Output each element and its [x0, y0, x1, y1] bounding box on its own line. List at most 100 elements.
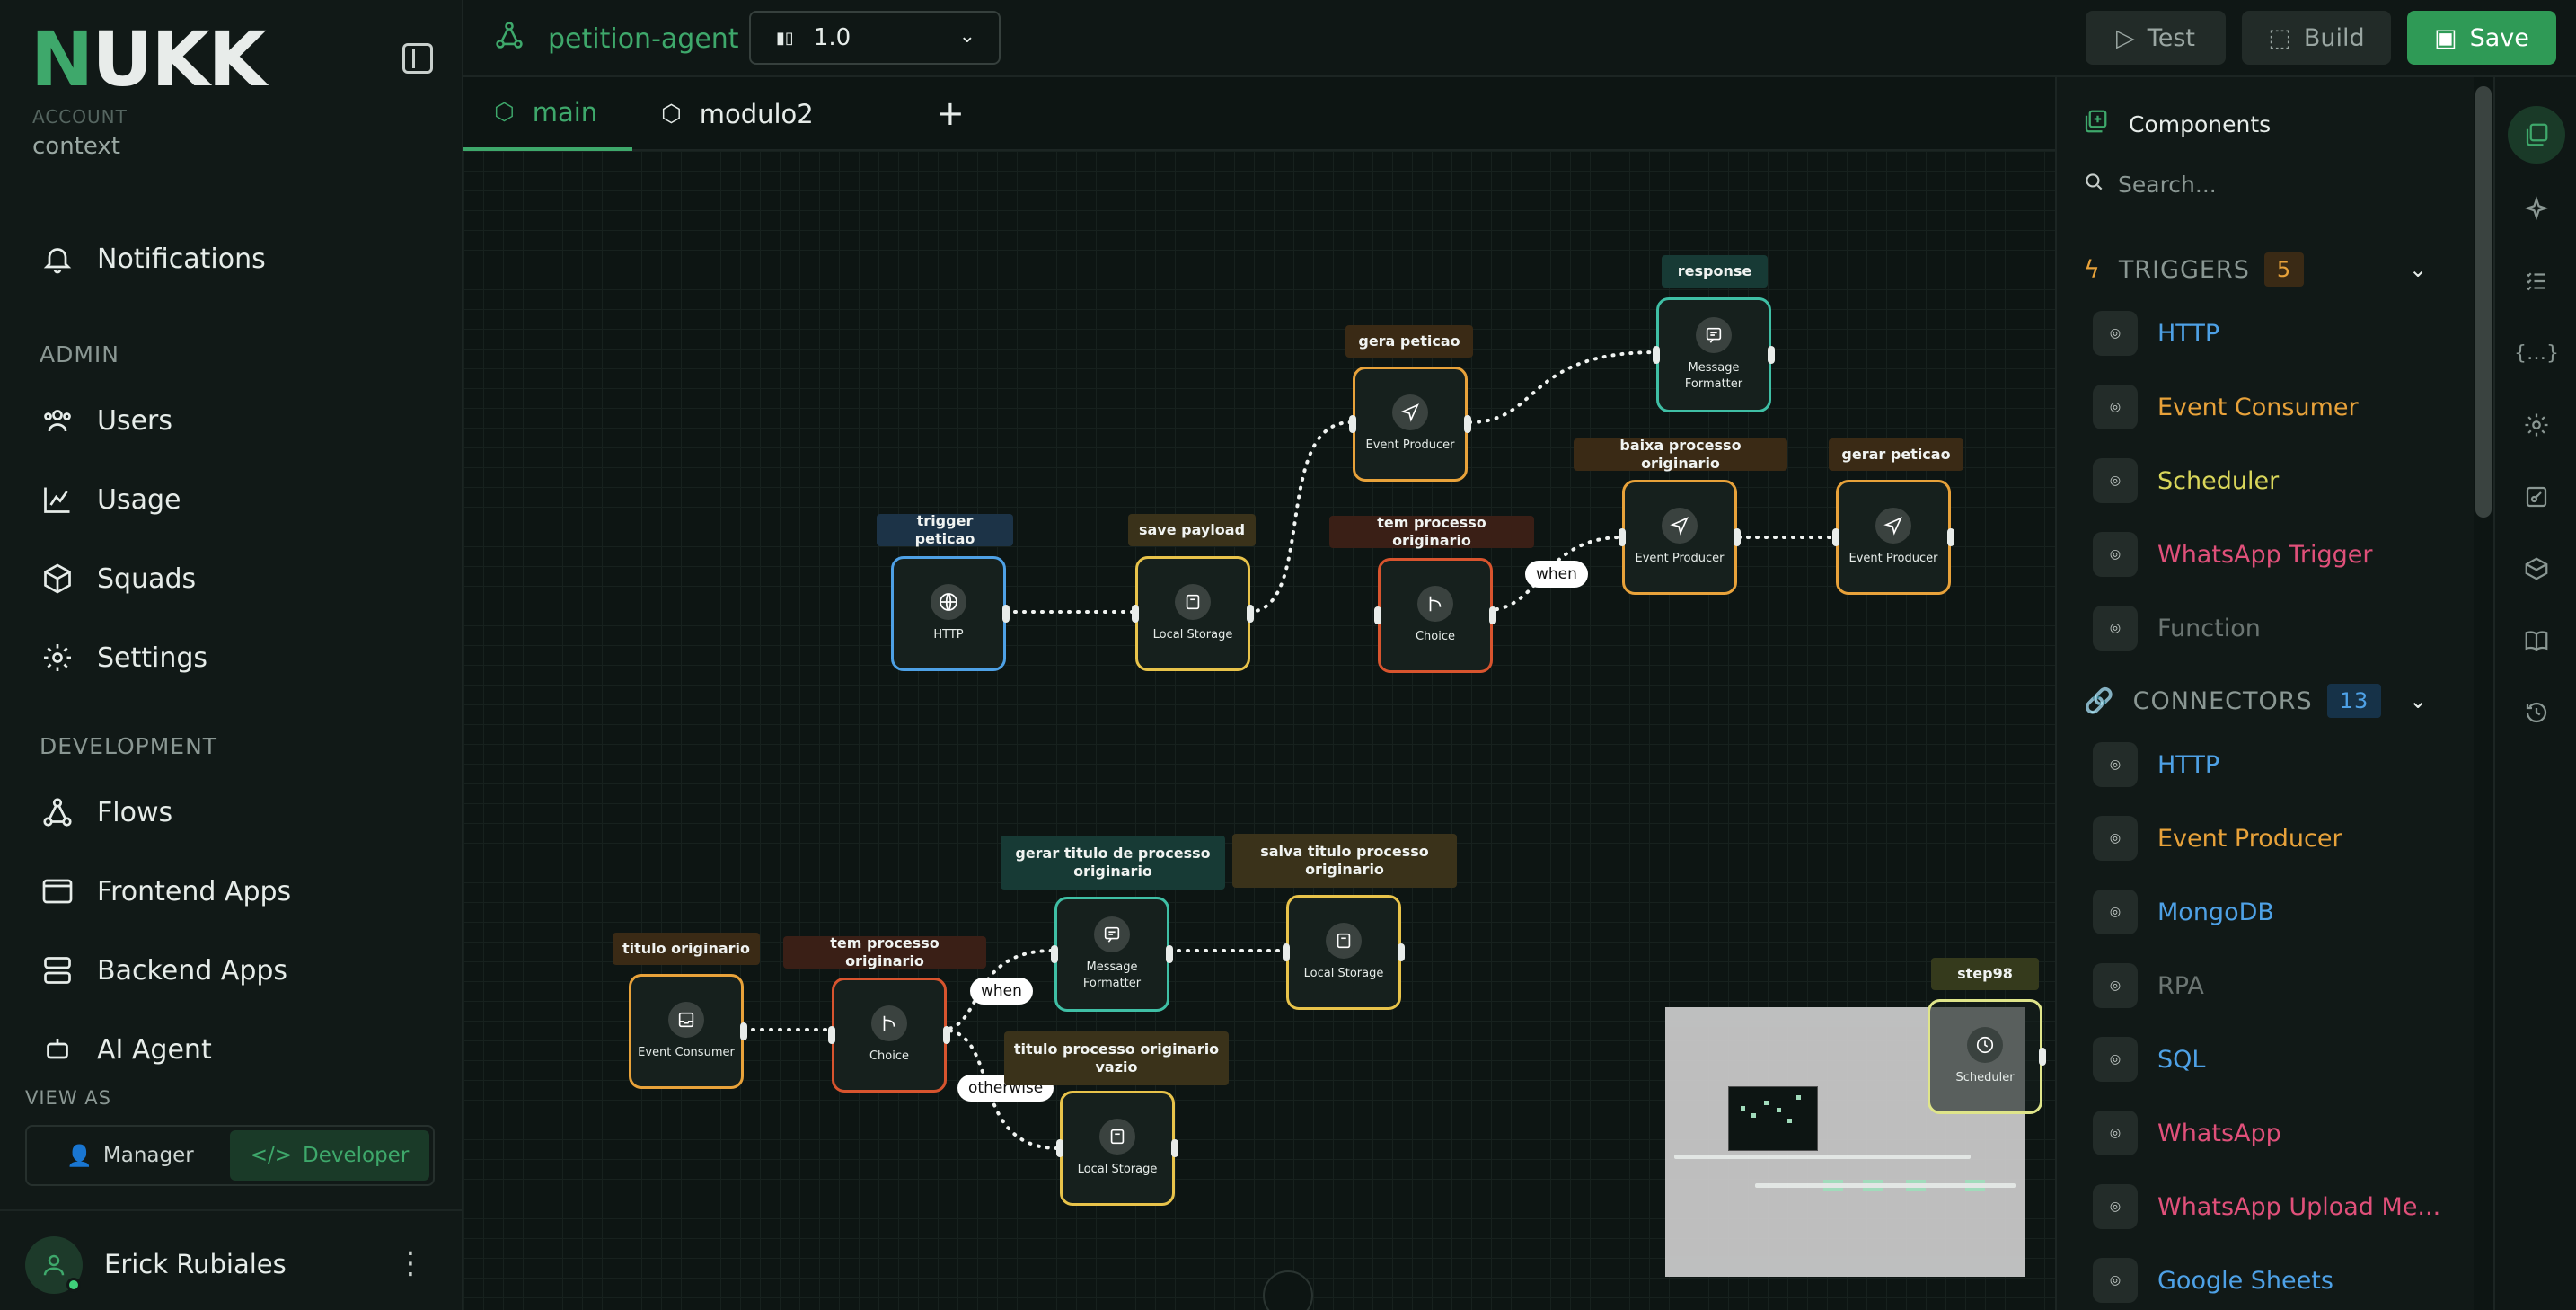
output-port[interactable]: [740, 1022, 747, 1040]
trigger-item[interactable]: ◎ WhatsApp Trigger: [2093, 530, 2372, 579]
version-icon: ▮▯: [776, 28, 794, 48]
nav-squads[interactable]: Squads: [40, 553, 196, 604]
components-tool-icon[interactable]: [2508, 106, 2565, 164]
edge-label-when[interactable]: when: [1525, 561, 1588, 588]
input-port[interactable]: [1051, 945, 1058, 963]
output-port[interactable]: [1398, 943, 1405, 961]
node-choice[interactable]: Choice: [828, 978, 950, 1093]
account-value[interactable]: context: [32, 133, 120, 160]
output-port[interactable]: [1489, 606, 1496, 624]
component-icon: ◎: [2093, 385, 2138, 429]
node-http[interactable]: HTTP: [891, 556, 1010, 671]
history-icon[interactable]: [2516, 692, 2557, 733]
braces-icon[interactable]: {…}: [2514, 332, 2559, 374]
nav-users[interactable]: Users: [40, 395, 172, 446]
avatar[interactable]: [25, 1236, 83, 1294]
package-icon[interactable]: [2516, 548, 2557, 589]
nav-frontend-apps[interactable]: Frontend Apps: [40, 866, 291, 916]
trigger-item[interactable]: ◎ Scheduler: [2093, 456, 2279, 505]
nav-ai-agent[interactable]: AI Agent: [40, 1024, 212, 1075]
connector-item[interactable]: ◎ SQL: [2093, 1035, 2205, 1084]
key-icon[interactable]: [2516, 476, 2557, 518]
tool-rail: {…}: [2493, 77, 2576, 1310]
node-event-producer[interactable]: Event Producer: [1619, 480, 1741, 595]
save-button[interactable]: ▣ Save: [2407, 11, 2556, 65]
sparkle-icon[interactable]: [2516, 189, 2557, 230]
triggers-group-header[interactable]: ϟ TRIGGERS 5 ⌄: [2084, 252, 2427, 288]
output-port[interactable]: [1464, 415, 1471, 433]
connector-item[interactable]: ◎ Google Sheets: [2093, 1256, 2333, 1305]
connectors-group-header[interactable]: 🔗 CONNECTORS 13 ⌄: [2084, 683, 2427, 719]
test-button[interactable]: ▷ Test: [2086, 11, 2226, 65]
input-port[interactable]: [1653, 346, 1660, 364]
output-port[interactable]: [943, 1026, 950, 1044]
connector-item[interactable]: ◎ WhatsApp Upload Me...: [2093, 1182, 2440, 1231]
floppy-icon: ▣: [2434, 23, 2457, 52]
tab-main[interactable]: ⬡ main: [463, 77, 632, 151]
input-port[interactable]: [1619, 528, 1626, 546]
build-button[interactable]: ⬚ Build: [2242, 11, 2391, 65]
input-port[interactable]: [1374, 606, 1381, 624]
node-local-storage[interactable]: Local Storage: [1283, 895, 1405, 1010]
nav-backend-apps[interactable]: Backend Apps: [40, 945, 287, 996]
connector-item[interactable]: ◎ Event Producer: [2093, 814, 2342, 863]
input-port[interactable]: [1283, 943, 1290, 961]
trigger-item[interactable]: ◎ Event Consumer: [2093, 383, 2359, 431]
connector-label: RPA: [2157, 971, 2204, 1000]
node-local-storage[interactable]: Local Storage: [1056, 1091, 1178, 1206]
node-event-producer[interactable]: Event Producer: [1349, 367, 1471, 482]
project-name[interactable]: petition-agent: [494, 20, 739, 58]
trigger-item[interactable]: ◎ Function: [2093, 604, 2261, 652]
input-port[interactable]: [1349, 415, 1356, 433]
node-local-storage[interactable]: Local Storage: [1132, 556, 1254, 671]
gear-icon[interactable]: [2516, 404, 2557, 446]
node-choice[interactable]: Choice: [1374, 558, 1496, 673]
node-scheduler[interactable]: Scheduler: [1928, 999, 2046, 1114]
storage-icon: [1099, 1119, 1135, 1155]
trigger-label: Event Consumer: [2157, 393, 2359, 421]
view-developer-button[interactable]: </> Developer: [230, 1130, 429, 1181]
message-icon: [1094, 916, 1130, 952]
node-label: Choice: [1415, 630, 1456, 643]
node-message-formatter[interactable]: Message Formatter: [1653, 297, 1775, 412]
tab-modulo2[interactable]: ⬡ modulo2: [661, 77, 814, 151]
more-options-icon[interactable]: ⋮: [395, 1245, 426, 1281]
collapse-sidebar-icon[interactable]: [402, 43, 433, 74]
input-port[interactable]: [828, 1026, 835, 1044]
output-port[interactable]: [2039, 1048, 2046, 1066]
connector-item[interactable]: ◎ HTTP: [2093, 740, 2219, 789]
trigger-item[interactable]: ◎ HTTP: [2093, 309, 2219, 358]
view-manager-button[interactable]: 👤 Manager: [31, 1130, 230, 1181]
connector-item[interactable]: ◎ MongoDB: [2093, 888, 2274, 936]
panel-scrollbar[interactable]: [2475, 86, 2492, 518]
output-port[interactable]: [1166, 945, 1173, 963]
input-port[interactable]: [1132, 605, 1139, 623]
output-port[interactable]: [1171, 1139, 1178, 1157]
connector-item[interactable]: ◎ WhatsApp: [2093, 1109, 2281, 1157]
book-icon[interactable]: [2516, 620, 2557, 661]
component-icon: ◎: [2093, 1111, 2138, 1155]
node-event-consumer[interactable]: Event Consumer: [629, 974, 747, 1089]
output-port[interactable]: [1247, 605, 1254, 623]
node-message-formatter[interactable]: Message Formatter: [1051, 897, 1173, 1012]
output-port[interactable]: [1947, 528, 1954, 546]
output-port[interactable]: [1768, 346, 1775, 364]
component-search[interactable]: Search...: [2082, 164, 2441, 205]
nav-settings[interactable]: Settings: [40, 633, 207, 683]
nav-notifications[interactable]: Notifications: [40, 234, 266, 284]
edge-label-when[interactable]: when: [970, 978, 1033, 1005]
nav-flows[interactable]: Flows: [40, 787, 172, 837]
nav-usage[interactable]: Usage: [40, 474, 181, 525]
output-port[interactable]: [1002, 605, 1010, 623]
input-port[interactable]: [1832, 528, 1839, 546]
add-tab-button[interactable]: +: [936, 93, 965, 133]
component-icon: ◎: [2093, 606, 2138, 651]
flow-canvas[interactable]: trigger peticao HTTP save payload Local …: [463, 151, 2055, 1310]
version-select[interactable]: ▮▯ 1.0 ⌄: [749, 11, 1001, 65]
connector-item[interactable]: ◎ RPA: [2093, 961, 2204, 1010]
output-port[interactable]: [1734, 528, 1741, 546]
node-event-producer[interactable]: Event Producer: [1832, 480, 1954, 595]
logo[interactable]: NUKK: [31, 22, 267, 97]
checklist-icon[interactable]: [2516, 261, 2557, 302]
input-port[interactable]: [1056, 1139, 1063, 1157]
